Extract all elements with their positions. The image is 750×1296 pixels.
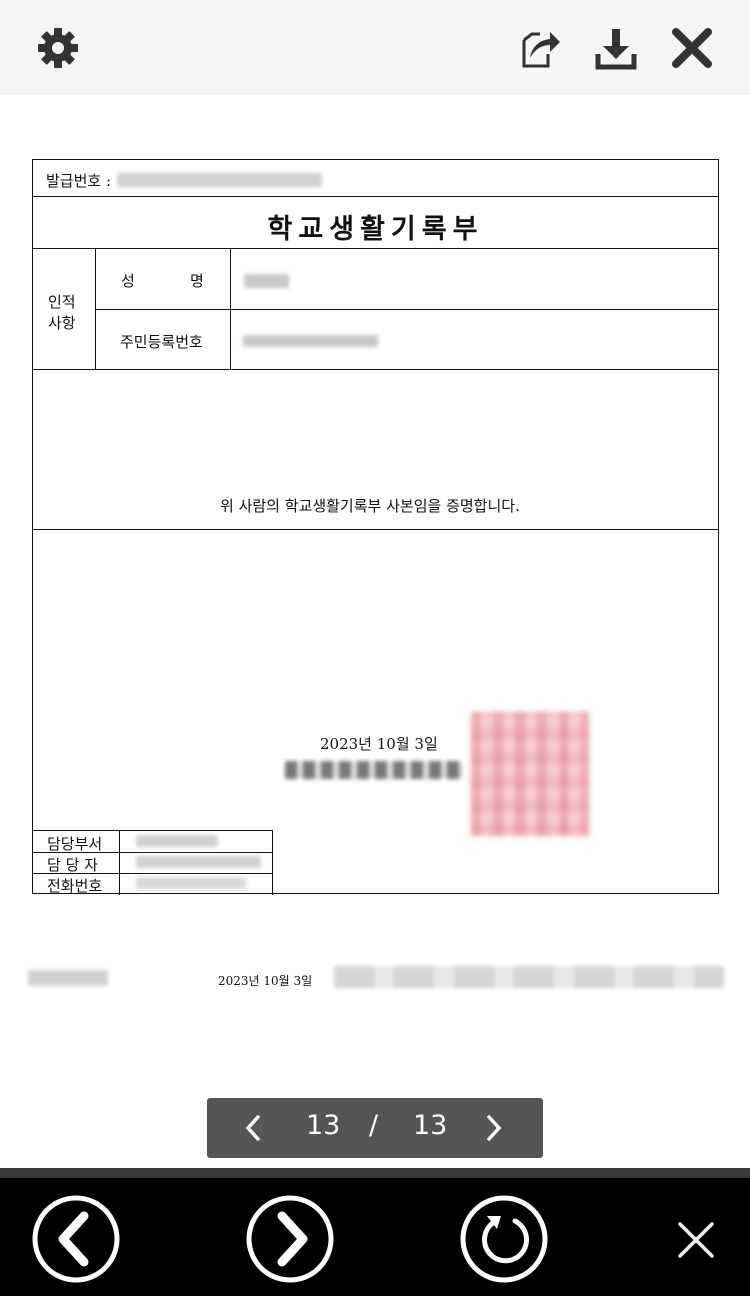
issuer-name bbox=[285, 761, 463, 779]
prev-page-button[interactable] bbox=[243, 1114, 263, 1142]
dept-value bbox=[136, 835, 218, 847]
chevron-left-circle-icon[interactable] bbox=[31, 1194, 121, 1284]
certification-text: 위 사람의 학교생활기록부 사본임을 증명합니다. bbox=[220, 497, 520, 515]
resident-number-label: 주민등록번호 bbox=[120, 333, 203, 351]
issue-number-value bbox=[117, 173, 322, 187]
name-label-2: 명 bbox=[190, 272, 204, 290]
document-title: 학교생활기록부 bbox=[267, 214, 484, 245]
share-icon[interactable] bbox=[518, 26, 562, 70]
official-seal bbox=[471, 712, 589, 836]
issue-number-label: 발급번호 : bbox=[46, 172, 112, 190]
person-value bbox=[136, 856, 261, 868]
name-value bbox=[244, 274, 289, 288]
resident-number-value bbox=[243, 335, 378, 347]
footer-info bbox=[334, 966, 724, 988]
gear-icon[interactable] bbox=[36, 26, 80, 70]
total-pages: 13 bbox=[413, 1110, 448, 1141]
dept-label: 담당부서 bbox=[47, 835, 103, 853]
person-label: 담 당 자 bbox=[47, 856, 98, 874]
bottom-navigation-bar bbox=[0, 1178, 750, 1296]
close-icon[interactable] bbox=[666, 1210, 726, 1270]
page-separator: / bbox=[369, 1110, 379, 1141]
download-icon[interactable] bbox=[594, 26, 638, 70]
refresh-icon[interactable] bbox=[459, 1194, 549, 1284]
footer-school-name bbox=[28, 970, 108, 986]
phone-label: 전화번호 bbox=[47, 877, 103, 895]
next-page-button[interactable] bbox=[484, 1114, 504, 1142]
personal-info-label-2: 사항 bbox=[48, 314, 76, 332]
document-page: 발급번호 : 학교생활기록부 인적 사항 성 명 주민등록번호 위 사람의 학교… bbox=[32, 159, 719, 895]
chevron-right-circle-icon[interactable] bbox=[245, 1194, 335, 1284]
name-label-1: 성 bbox=[121, 272, 135, 290]
bottom-divider bbox=[0, 1168, 750, 1178]
issue-date: 2023년 10월 3일 bbox=[320, 735, 438, 753]
phone-value bbox=[136, 877, 246, 889]
top-toolbar bbox=[0, 0, 750, 95]
personal-info-label-1: 인적 bbox=[48, 293, 76, 311]
page-navigator: 13 / 13 bbox=[207, 1098, 543, 1158]
footer-date: 2023년 10월 3일 bbox=[218, 974, 313, 988]
contact-table: 담당부서 담 당 자 전화번호 bbox=[32, 830, 273, 895]
current-page: 13 bbox=[306, 1110, 341, 1141]
close-icon[interactable] bbox=[670, 26, 714, 70]
